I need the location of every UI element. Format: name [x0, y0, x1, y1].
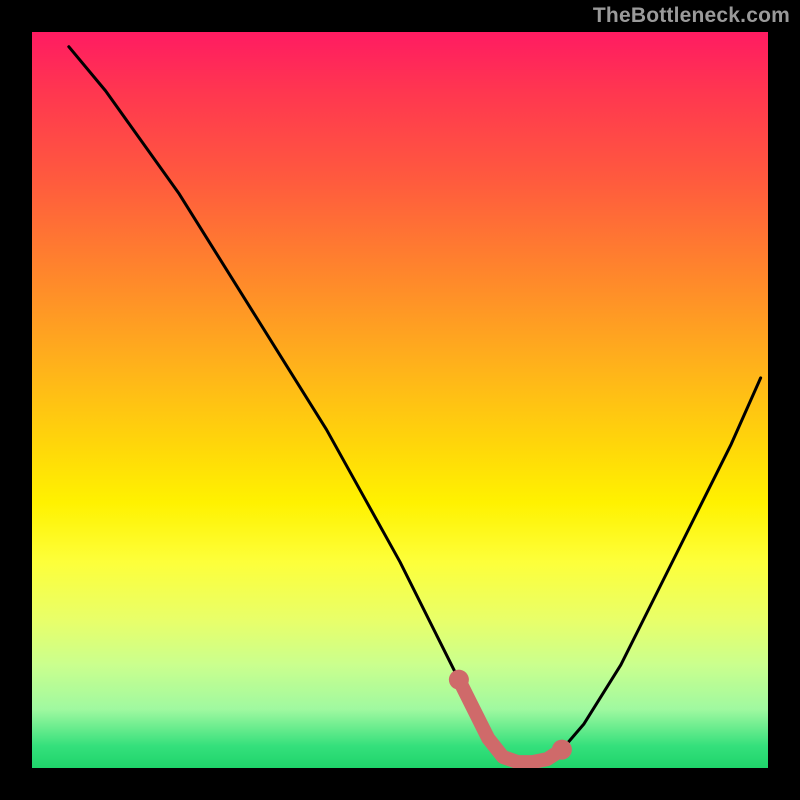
- watermark-text: TheBottleneck.com: [593, 4, 790, 28]
- highlight-endpoint-0: [449, 670, 469, 690]
- outer-frame: TheBottleneck.com: [0, 0, 800, 800]
- highlight-segment: [459, 680, 562, 762]
- curve-line: [69, 47, 761, 762]
- chart-svg: [32, 32, 768, 768]
- highlight-endpoint-1: [552, 740, 572, 760]
- plot-area: [32, 32, 768, 768]
